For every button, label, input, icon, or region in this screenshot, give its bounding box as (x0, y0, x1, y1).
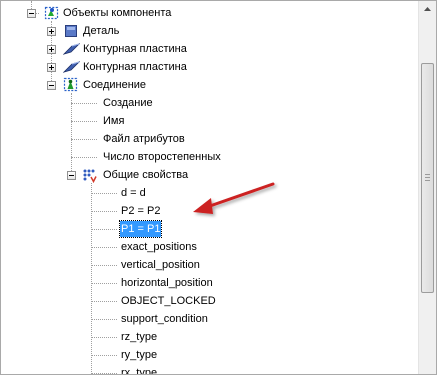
tree-label: exact_positions (121, 241, 197, 253)
tree-node-contour-plate[interactable]: Контурная пластина (1, 40, 417, 58)
component-tree: Объекты компонента Деталь Контурная плас… (1, 1, 417, 374)
tree-label: ry_type (121, 349, 158, 361)
tree-node-component-objects[interactable]: Объекты компонента (1, 4, 417, 22)
tree-label: Контурная пластина (83, 61, 187, 73)
tree-node-property[interactable]: OBJECT_LOCKED (1, 292, 417, 310)
tree-node-contour-plate[interactable]: Контурная пластина (1, 58, 417, 76)
tree-label: Объекты компонента (63, 7, 172, 19)
tree-label: P1 = P1 (118, 220, 163, 238)
tree-label: OBJECT_LOCKED (121, 295, 216, 307)
tree-node-property[interactable]: rx_type (1, 364, 417, 375)
contour-plate-icon (62, 42, 81, 56)
tree-label: P2 = P2 (121, 205, 161, 217)
tree-label: Соединение (83, 79, 147, 91)
collapse-toggle[interactable] (67, 171, 76, 180)
vertical-scrollbar[interactable] (418, 1, 436, 374)
tree-node-property[interactable]: exact_positions (1, 238, 417, 256)
contour-plate-icon (62, 60, 81, 74)
general-properties-icon (82, 168, 97, 184)
tree-node-general-properties[interactable]: Общие свойства (1, 166, 417, 184)
collapse-toggle[interactable] (27, 9, 36, 18)
tree-panel: Объекты компонента Деталь Контурная плас… (0, 0, 437, 375)
component-objects-icon (44, 5, 59, 20)
expand-toggle[interactable] (47, 63, 56, 72)
tree-node-property-selected[interactable]: P1 = P1 (1, 220, 417, 238)
part-icon (64, 24, 79, 38)
tree-node-property[interactable]: P2 = P2 (1, 202, 417, 220)
tree-node-creation[interactable]: Создание (1, 94, 417, 112)
tree-label: Создание (103, 97, 153, 109)
tree-node-attribute-file[interactable]: Файл атрибутов (1, 130, 417, 148)
grip-line (425, 177, 430, 178)
tree-node-property[interactable]: horizontal_position (1, 274, 417, 292)
tree-label: Контурная пластина (83, 43, 187, 55)
tree-node-part[interactable]: Деталь (1, 22, 417, 40)
tree-label: Файл атрибутов (103, 133, 185, 145)
grip-line (425, 174, 430, 175)
tree-node-property[interactable]: support_condition (1, 310, 417, 328)
tree-label: vertical_position (121, 259, 200, 271)
grip-line (425, 180, 430, 181)
connection-icon (63, 77, 78, 92)
tree-label: Общие свойства (103, 169, 189, 181)
expand-toggle[interactable] (47, 27, 56, 36)
scrollbar-thumb[interactable] (421, 63, 434, 293)
tree-label: d = d (121, 187, 146, 199)
tree-label: Число второстепенных (103, 151, 221, 163)
tree-node-property[interactable]: d = d (1, 184, 417, 202)
tree-label: Деталь (83, 25, 120, 37)
scroll-up-icon[interactable] (420, 1, 435, 18)
tree-label: support_condition (121, 313, 208, 325)
tree-node-property[interactable]: vertical_position (1, 256, 417, 274)
tree-node-property[interactable]: rz_type (1, 328, 417, 346)
tree-label: rx_type (121, 367, 158, 375)
tree-label: horizontal_position (121, 277, 213, 289)
tree-label: rz_type (121, 331, 158, 343)
tree-node-connection[interactable]: Соединение (1, 76, 417, 94)
tree-node-name[interactable]: Имя (1, 112, 417, 130)
tree-label: Имя (103, 115, 125, 127)
tree-node-secondary-count[interactable]: Число второстепенных (1, 148, 417, 166)
tree-node-property[interactable]: ry_type (1, 346, 417, 364)
collapse-toggle[interactable] (47, 81, 56, 90)
expand-toggle[interactable] (47, 45, 56, 54)
